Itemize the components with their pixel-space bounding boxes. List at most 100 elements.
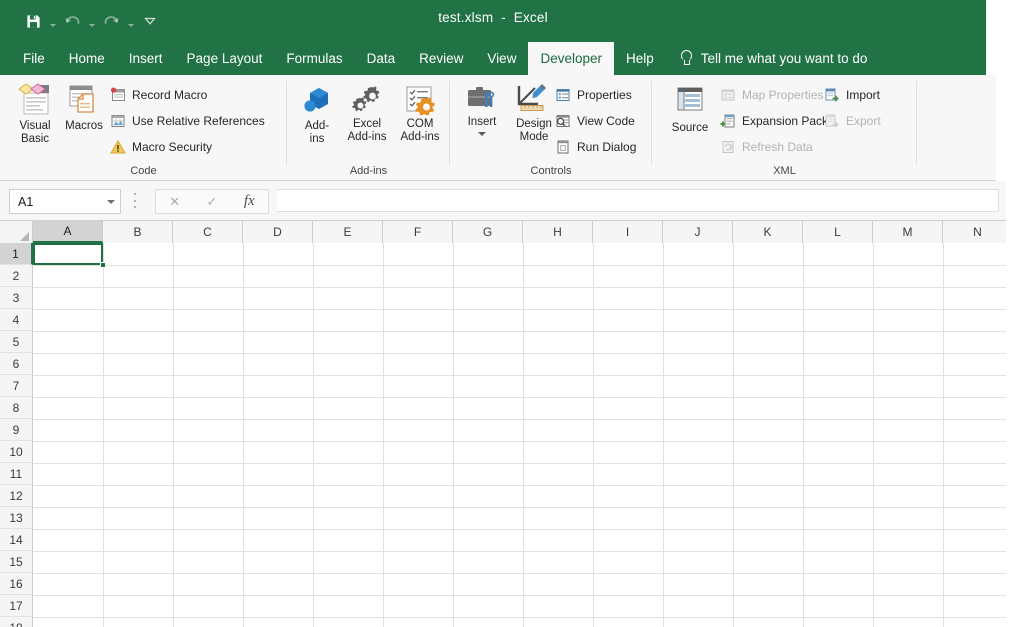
- group-separator: [916, 81, 917, 165]
- run-dialog-button[interactable]: Run Dialog: [555, 139, 636, 155]
- visual-basic-label: Visual Basic: [19, 120, 51, 145]
- column-header-d[interactable]: D: [243, 221, 313, 243]
- tab-data[interactable]: Data: [355, 42, 408, 75]
- column-header-a[interactable]: A: [33, 221, 103, 243]
- row-header-6[interactable]: 6: [0, 353, 33, 375]
- xml-source-icon: [674, 85, 706, 119]
- column-header-g[interactable]: G: [453, 221, 523, 243]
- row-header-7[interactable]: 7: [0, 375, 33, 397]
- tab-developer[interactable]: Developer: [528, 42, 614, 75]
- column-header-i[interactable]: I: [593, 221, 663, 243]
- insert-control-button[interactable]: Insert: [458, 83, 506, 136]
- tab-home[interactable]: Home: [57, 42, 117, 75]
- import-label: Import: [846, 88, 881, 102]
- tab-view[interactable]: View: [475, 42, 528, 75]
- column-header-j[interactable]: J: [663, 221, 733, 243]
- ribbon-group-xml: Source Map Properties Expansion Packs Re…: [652, 75, 917, 180]
- add-ins-button[interactable]: Add- ins: [295, 85, 339, 146]
- fill-handle[interactable]: [100, 262, 106, 268]
- row-header-18[interactable]: 18: [0, 617, 33, 627]
- relative-references-icon: [110, 113, 126, 129]
- gridline-vertical: [593, 243, 594, 627]
- gridline-horizontal: [33, 463, 1006, 464]
- row-header-14[interactable]: 14: [0, 529, 33, 551]
- row-header-16[interactable]: 16: [0, 573, 33, 595]
- gridline-horizontal: [33, 485, 1006, 486]
- macro-security-button[interactable]: Macro Security: [110, 139, 212, 155]
- gridline-horizontal: [33, 551, 1006, 552]
- tab-help[interactable]: Help: [614, 42, 666, 75]
- record-macro-button[interactable]: Record Macro: [110, 87, 207, 103]
- row-header-3[interactable]: 3: [0, 287, 33, 309]
- column-header-f[interactable]: F: [383, 221, 453, 243]
- row-header-8[interactable]: 8: [0, 397, 33, 419]
- row-header-2[interactable]: 2: [0, 265, 33, 287]
- select-all-corner[interactable]: [0, 221, 33, 243]
- map-properties-icon: [720, 87, 736, 103]
- tab-page-layout[interactable]: Page Layout: [175, 42, 275, 75]
- column-header-n[interactable]: N: [943, 221, 1006, 243]
- com-add-ins-button[interactable]: COM Add-ins: [395, 85, 445, 144]
- import-icon: [824, 87, 840, 103]
- fx-insert-function-icon[interactable]: fx: [232, 191, 266, 212]
- refresh-data-label: Refresh Data: [742, 140, 813, 154]
- visual-basic-button[interactable]: Visual Basic: [8, 83, 62, 146]
- formula-bar-grip[interactable]: [133, 193, 137, 208]
- column-header-h[interactable]: H: [523, 221, 593, 243]
- name-box[interactable]: A1: [9, 189, 121, 214]
- column-header-m[interactable]: M: [873, 221, 943, 243]
- row-header-17[interactable]: 17: [0, 595, 33, 617]
- formula-bar: A1 ✕ ✓ fx: [0, 181, 1006, 221]
- use-relative-references-button[interactable]: Use Relative References: [110, 113, 265, 129]
- selected-cell-a1[interactable]: [33, 243, 103, 265]
- view-code-button[interactable]: View Code: [555, 113, 635, 129]
- name-box-dropdown-icon[interactable]: [102, 200, 120, 204]
- row-header-12[interactable]: 12: [0, 485, 33, 507]
- column-header-l[interactable]: L: [803, 221, 873, 243]
- row-header-15[interactable]: 15: [0, 551, 33, 573]
- column-header-c[interactable]: C: [173, 221, 243, 243]
- com-add-ins-label: COM Add-ins: [400, 118, 440, 143]
- properties-label: Properties: [577, 88, 632, 102]
- insert-control-icon: [465, 83, 499, 113]
- tell-me-search[interactable]: Tell me what you want to do: [666, 42, 878, 75]
- tab-insert[interactable]: Insert: [117, 42, 175, 75]
- row-header-9[interactable]: 9: [0, 419, 33, 441]
- tab-review[interactable]: Review: [407, 42, 475, 75]
- row-header-11[interactable]: 11: [0, 463, 33, 485]
- chevron-down-icon[interactable]: [478, 132, 486, 136]
- xml-source-button[interactable]: Source: [662, 85, 718, 135]
- macro-security-warning-icon: [110, 139, 126, 155]
- gridline-vertical: [733, 243, 734, 627]
- formula-bar-buttons: ✕ ✓ fx: [155, 189, 269, 214]
- column-header-b[interactable]: B: [103, 221, 173, 243]
- formula-input[interactable]: [277, 189, 999, 212]
- gridline-vertical: [663, 243, 664, 627]
- gridline-horizontal: [33, 617, 1006, 618]
- row-header-10[interactable]: 10: [0, 441, 33, 463]
- macros-icon: [66, 83, 102, 117]
- row-header-5[interactable]: 5: [0, 331, 33, 353]
- row-header-4[interactable]: 4: [0, 309, 33, 331]
- design-mode-button[interactable]: Design Mode: [508, 83, 560, 144]
- tab-formulas[interactable]: Formulas: [274, 42, 354, 75]
- row-header-13[interactable]: 13: [0, 507, 33, 529]
- ribbon-tab-strip: File Home Insert Page Layout Formulas Da…: [0, 42, 986, 75]
- column-header-e[interactable]: E: [313, 221, 383, 243]
- macros-button[interactable]: Macros: [60, 83, 108, 133]
- import-button[interactable]: Import: [824, 87, 880, 103]
- tab-file[interactable]: File: [11, 42, 57, 75]
- enter-check-icon[interactable]: ✓: [195, 191, 229, 212]
- export-icon: [824, 113, 840, 129]
- cancel-x-icon[interactable]: ✕: [158, 191, 192, 212]
- gridline-vertical: [523, 243, 524, 627]
- row-header-1[interactable]: 1: [0, 243, 33, 265]
- properties-button[interactable]: Properties: [555, 87, 632, 103]
- gridline-horizontal: [33, 573, 1006, 574]
- expansion-packs-button[interactable]: Expansion Packs: [720, 113, 834, 129]
- cell-area[interactable]: [33, 243, 1006, 627]
- column-header-k[interactable]: K: [733, 221, 803, 243]
- excel-add-ins-button[interactable]: Excel Add-ins: [341, 85, 393, 144]
- gridline-horizontal: [33, 353, 1006, 354]
- visual-basic-icon: [16, 83, 54, 117]
